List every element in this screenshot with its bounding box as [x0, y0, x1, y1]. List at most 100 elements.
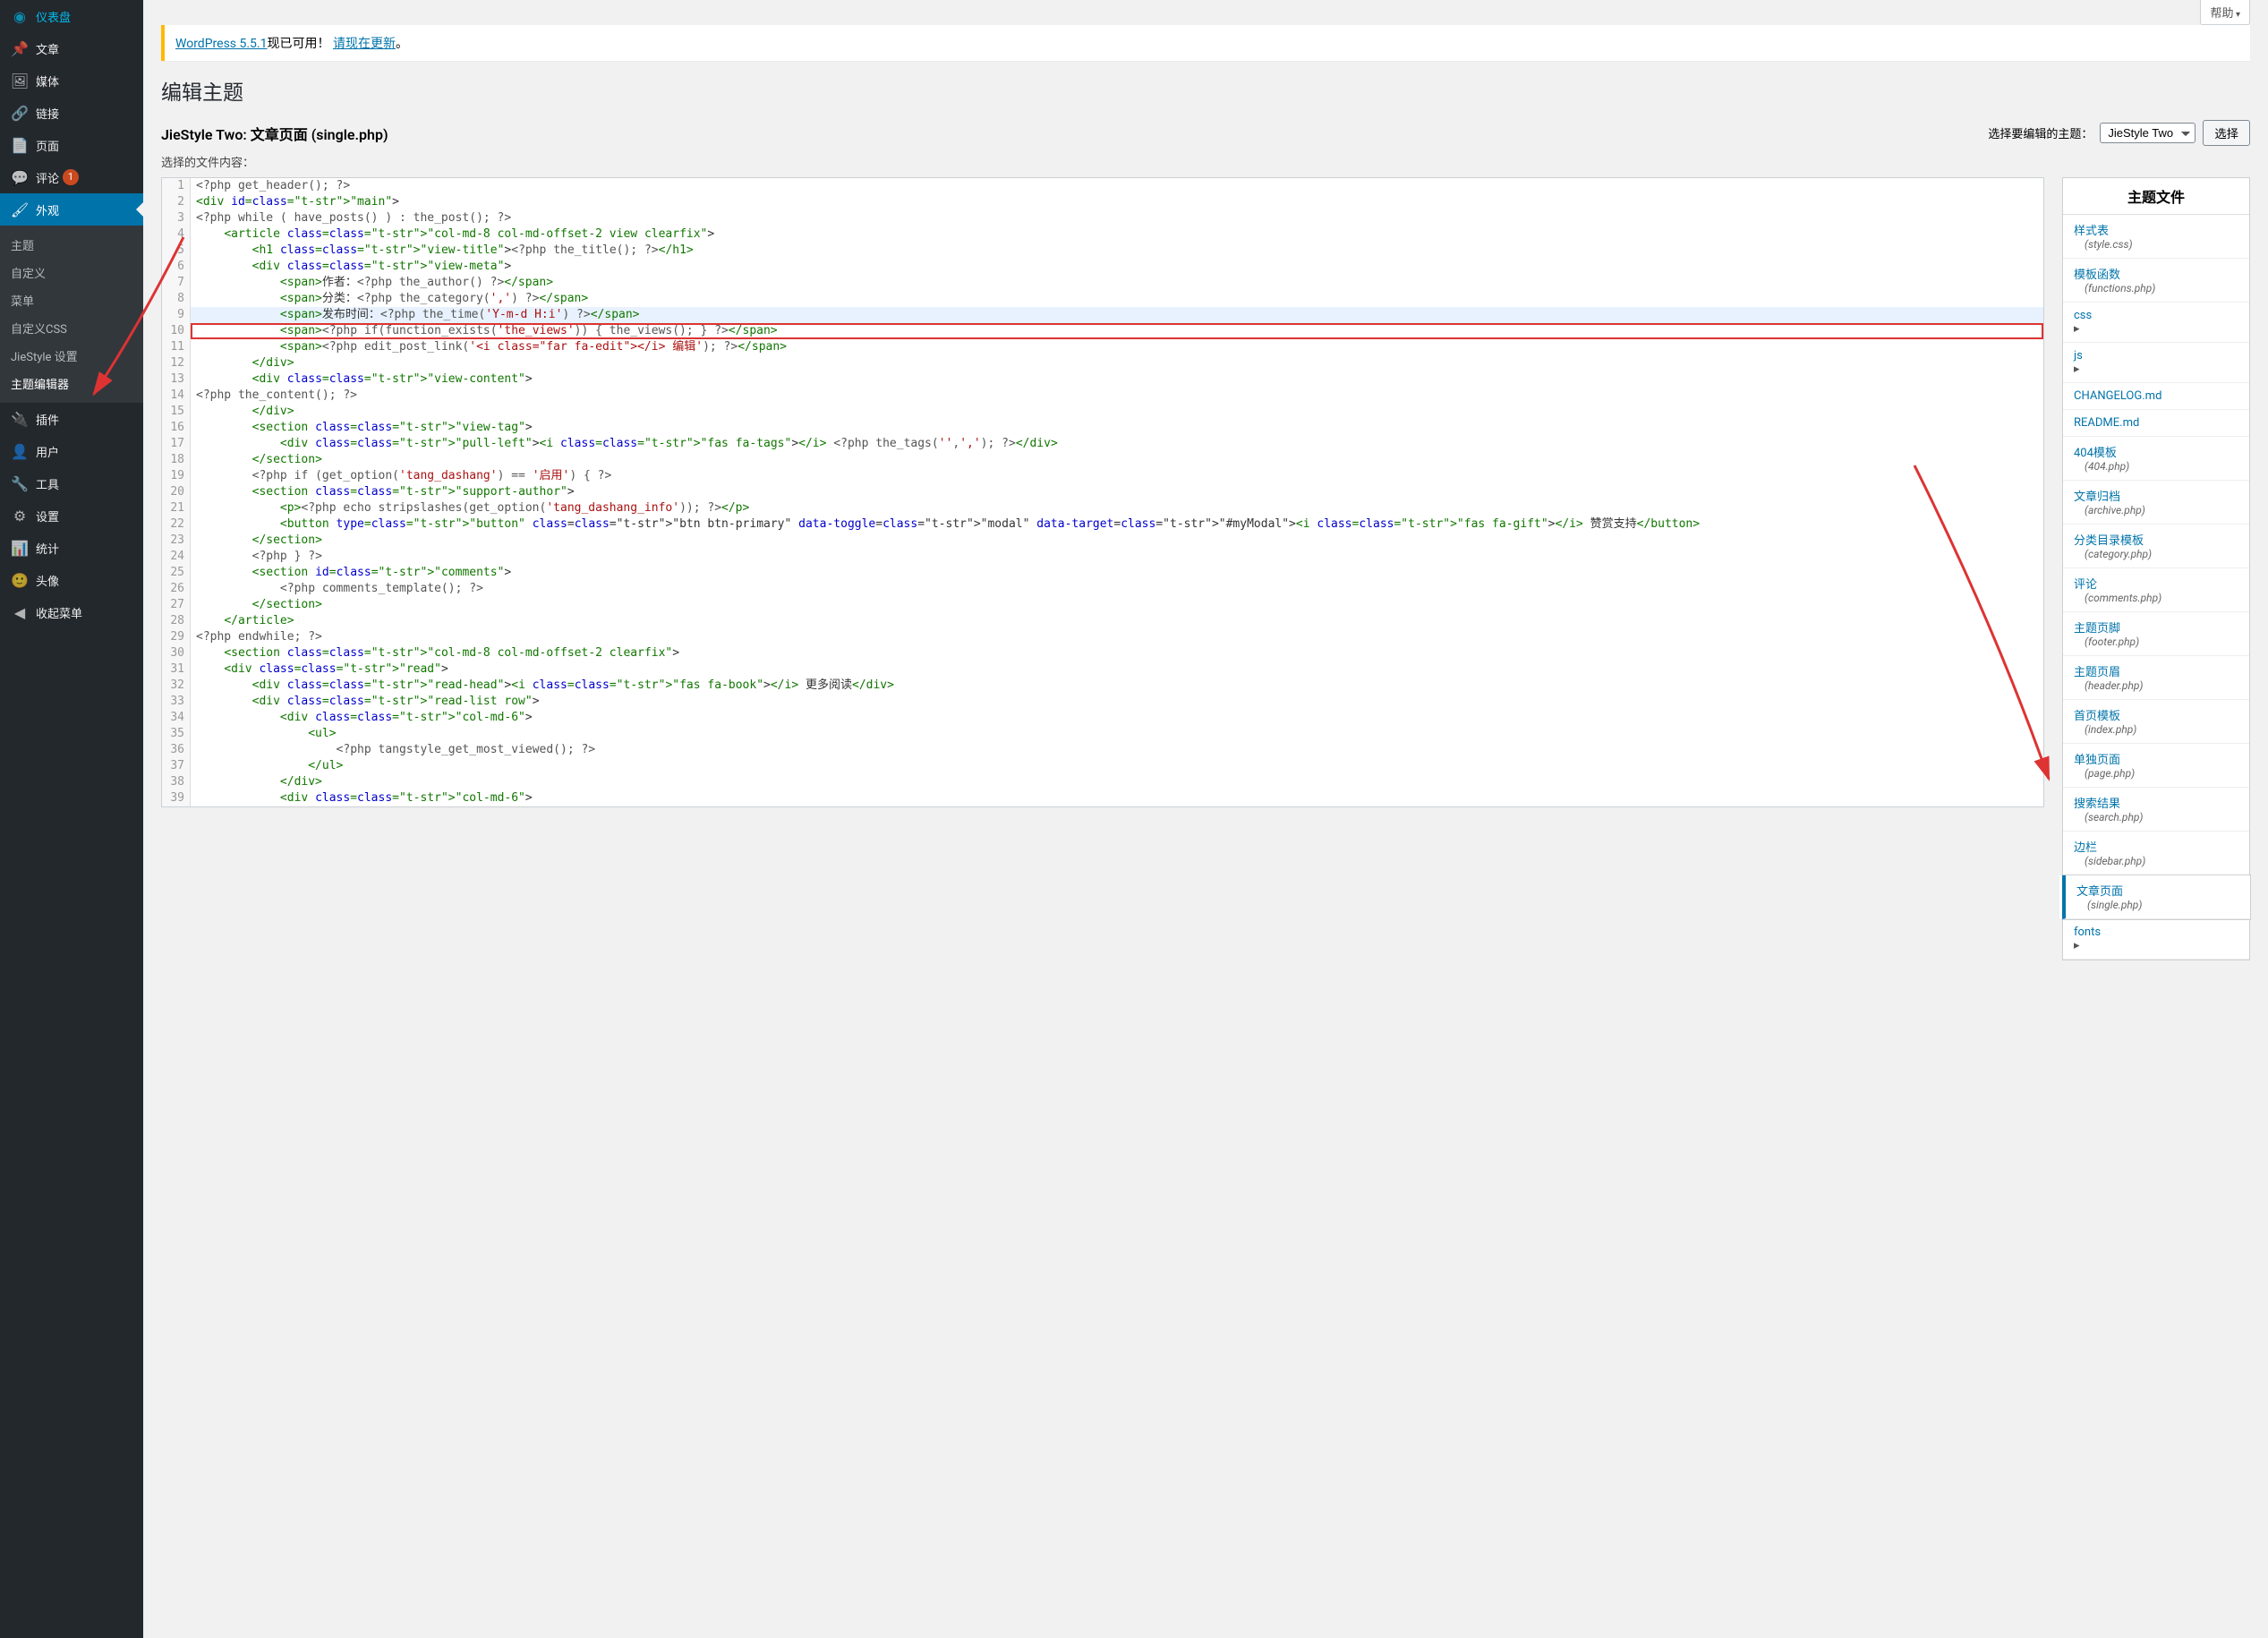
- help-tab[interactable]: 帮助: [2200, 0, 2250, 25]
- theme-file-item[interactable]: 样式表(style.css): [2063, 215, 2249, 259]
- code-line[interactable]: 12 </div>: [162, 355, 2043, 371]
- code-line[interactable]: 5 <h1 class=class="t-str">"view-title"><…: [162, 243, 2043, 259]
- theme-file-item[interactable]: 首页模板(index.php): [2063, 700, 2249, 744]
- code-line[interactable]: 26 <?php comments_template(); ?>: [162, 581, 2043, 597]
- menu-item-page[interactable]: 📄页面: [0, 129, 143, 161]
- code-line[interactable]: 18 </section>: [162, 452, 2043, 468]
- code-line[interactable]: 2<div id=class="t-str">"main">: [162, 194, 2043, 210]
- theme-select-dropdown[interactable]: JieStyle Two: [2100, 123, 2196, 143]
- menu-item-dashboard[interactable]: ◉仪表盘: [0, 0, 143, 32]
- file-name: 边栏: [2074, 838, 2238, 855]
- code-text: <span><?php if(function_exists('the_view…: [191, 323, 2043, 339]
- code-line[interactable]: 36 <?php tangstyle_get_most_viewed(); ?>: [162, 742, 2043, 758]
- menu-item-collapse[interactable]: ◀收起菜单: [0, 596, 143, 628]
- theme-file-item[interactable]: 主题页脚(footer.php): [2063, 612, 2249, 656]
- code-text: <ul>: [191, 726, 2043, 742]
- menu-item-settings[interactable]: ⚙设置: [0, 499, 143, 532]
- code-line[interactable]: 1<?php get_header(); ?>: [162, 178, 2043, 194]
- line-number: 11: [162, 339, 191, 355]
- code-line[interactable]: 21 <p><?php echo stripslashes(get_option…: [162, 500, 2043, 516]
- submenu-item[interactable]: JieStyle 设置: [0, 342, 143, 370]
- menu-item-stats[interactable]: 📊统计: [0, 532, 143, 564]
- theme-file-item[interactable]: 主题页眉(header.php): [2063, 656, 2249, 700]
- theme-file-item[interactable]: js: [2063, 343, 2249, 383]
- menu-item-media[interactable]: 🖼媒体: [0, 64, 143, 97]
- code-line[interactable]: 9 <span>发布时间：<?php the_time('Y-m-d H:i')…: [162, 307, 2043, 323]
- line-number: 34: [162, 710, 191, 726]
- code-line[interactable]: 27 </section>: [162, 597, 2043, 613]
- code-line[interactable]: 22 <button type=class="t-str">"button" c…: [162, 516, 2043, 533]
- code-line[interactable]: 15 </div>: [162, 404, 2043, 420]
- theme-file-item[interactable]: 模板函数(functions.php): [2063, 259, 2249, 303]
- menu-item-avatar[interactable]: 🙂头像: [0, 564, 143, 596]
- code-line[interactable]: 30 <section class=class="t-str">"col-md-…: [162, 645, 2043, 661]
- code-line[interactable]: 34 <div class=class="t-str">"col-md-6">: [162, 710, 2043, 726]
- theme-file-item[interactable]: 边栏(sidebar.php): [2063, 832, 2249, 875]
- menu-item-tool[interactable]: 🔧工具: [0, 467, 143, 499]
- menu-item-brush[interactable]: 🖌外观: [0, 193, 143, 226]
- user-icon: 👤: [11, 442, 29, 460]
- code-line[interactable]: 38 </div>: [162, 774, 2043, 790]
- code-line[interactable]: 24 <?php } ?>: [162, 549, 2043, 565]
- code-line[interactable]: 19 <?php if (get_option('tang_dashang') …: [162, 468, 2043, 484]
- tool-icon: 🔧: [11, 474, 29, 492]
- code-line[interactable]: 31 <div class=class="t-str">"read">: [162, 661, 2043, 678]
- code-line[interactable]: 28 </article>: [162, 613, 2043, 629]
- theme-file-item[interactable]: 搜索结果(search.php): [2063, 788, 2249, 832]
- code-line[interactable]: 23 </section>: [162, 533, 2043, 549]
- code-line[interactable]: 35 <ul>: [162, 726, 2043, 742]
- menu-item-user[interactable]: 👤用户: [0, 435, 143, 467]
- code-line[interactable]: 29<?php endwhile; ?>: [162, 629, 2043, 645]
- code-line[interactable]: 13 <div class=class="t-str">"view-conten…: [162, 371, 2043, 388]
- code-line[interactable]: 20 <section class=class="t-str">"support…: [162, 484, 2043, 500]
- code-editor[interactable]: 1<?php get_header(); ?>2<div id=class="t…: [161, 177, 2044, 807]
- code-line[interactable]: 17 <div class=class="t-str">"pull-left">…: [162, 436, 2043, 452]
- theme-file-item[interactable]: 单独页面(page.php): [2063, 744, 2249, 788]
- code-text: </section>: [191, 533, 2043, 549]
- theme-file-item[interactable]: css: [2063, 303, 2249, 343]
- theme-file-item[interactable]: 文章页面(single.php): [2062, 875, 2250, 919]
- file-name: 文章页面: [2076, 882, 2239, 899]
- submenu-item[interactable]: 自定义: [0, 259, 143, 286]
- menu-label: 统计: [36, 540, 59, 557]
- menu-item-pin[interactable]: 📌文章: [0, 32, 143, 64]
- file-path: (comments.php): [2074, 592, 2161, 604]
- theme-file-item[interactable]: README.md: [2063, 410, 2249, 437]
- theme-file-item[interactable]: fonts: [2063, 919, 2249, 960]
- code-line[interactable]: 37 </ul>: [162, 758, 2043, 774]
- theme-file-item[interactable]: CHANGELOG.md: [2063, 383, 2249, 410]
- code-line[interactable]: 10 <span><?php if(function_exists('the_v…: [162, 323, 2043, 339]
- code-text: <h1 class=class="t-str">"view-title"><?p…: [191, 243, 2043, 259]
- code-line[interactable]: 3<?php while ( have_posts() ) : the_post…: [162, 210, 2043, 226]
- wp-version-link[interactable]: WordPress 5.5.1: [175, 37, 267, 51]
- code-line[interactable]: 39 <div class=class="t-str">"col-md-6">: [162, 790, 2043, 806]
- submenu-item[interactable]: 主题: [0, 231, 143, 259]
- theme-file-item[interactable]: 文章归档(archive.php): [2063, 481, 2249, 525]
- menu-item-plugin[interactable]: 🔌插件: [0, 403, 143, 435]
- update-now-link[interactable]: 请现在更新: [333, 37, 396, 51]
- submenu-item[interactable]: 菜单: [0, 286, 143, 314]
- code-line[interactable]: 16 <section class=class="t-str">"view-ta…: [162, 420, 2043, 436]
- code-line[interactable]: 4 <article class=class="t-str">"col-md-8…: [162, 226, 2043, 243]
- comment-icon: 💬: [11, 168, 29, 186]
- brush-icon: 🖌: [11, 200, 29, 218]
- theme-select-button[interactable]: 选择: [2203, 120, 2250, 146]
- code-line[interactable]: 8 <span>分类：<?php the_category(',') ?></s…: [162, 291, 2043, 307]
- theme-file-item[interactable]: 404模板(404.php): [2063, 437, 2249, 481]
- code-line[interactable]: 11 <span><?php edit_post_link('<i class=…: [162, 339, 2043, 355]
- theme-file-item[interactable]: 评论(comments.php): [2063, 568, 2249, 612]
- theme-file-item[interactable]: 分类目录模板(category.php): [2063, 525, 2249, 568]
- code-line[interactable]: 14<?php the_content(); ?>: [162, 388, 2043, 404]
- code-line[interactable]: 6 <div class=class="t-str">"view-meta">: [162, 259, 2043, 275]
- code-line[interactable]: 32 <div class=class="t-str">"read-head">…: [162, 678, 2043, 694]
- file-path: (functions.php): [2074, 282, 2155, 294]
- code-line[interactable]: 7 <span>作者：<?php the_author() ?></span>: [162, 275, 2043, 291]
- menu-item-comment[interactable]: 💬评论1: [0, 161, 143, 193]
- submenu-item[interactable]: 自定义CSS: [0, 314, 143, 342]
- page-title: 编辑主题: [161, 75, 2250, 106]
- code-line[interactable]: 25 <section id=class="t-str">"comments">: [162, 565, 2043, 581]
- submenu-item[interactable]: 主题编辑器: [0, 370, 143, 397]
- code-line[interactable]: 33 <div class=class="t-str">"read-list r…: [162, 694, 2043, 710]
- line-number: 38: [162, 774, 191, 790]
- menu-item-link[interactable]: 🔗链接: [0, 97, 143, 129]
